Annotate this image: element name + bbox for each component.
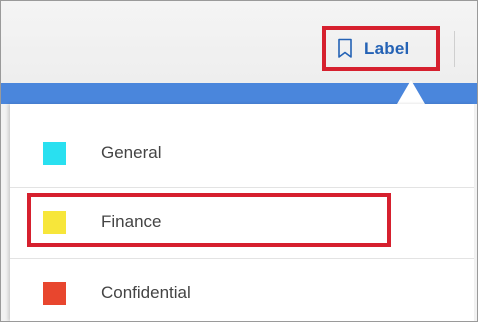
label-option-text: Confidential: [101, 283, 191, 302]
label-button[interactable]: Label: [322, 26, 440, 71]
dropdown-caret: [397, 80, 425, 104]
label-option-text: General: [101, 143, 162, 162]
label-button-text: Label: [364, 38, 410, 58]
label-picker-window: Label General Finance Confidential: [0, 0, 478, 322]
bookmark-icon: [337, 38, 353, 59]
label-color-swatch: [43, 141, 66, 165]
toolbar-divider: [454, 31, 455, 67]
label-dropdown-menu: General Finance Confidential: [10, 104, 474, 321]
label-option-general[interactable]: General: [10, 119, 474, 187]
label-option-finance[interactable]: Finance: [10, 188, 474, 256]
label-color-swatch: [43, 210, 66, 234]
label-option-confidential[interactable]: Confidential: [10, 259, 474, 321]
label-option-text: Finance: [101, 212, 162, 231]
label-color-swatch: [43, 281, 66, 305]
toolbar: Label: [1, 1, 477, 83]
